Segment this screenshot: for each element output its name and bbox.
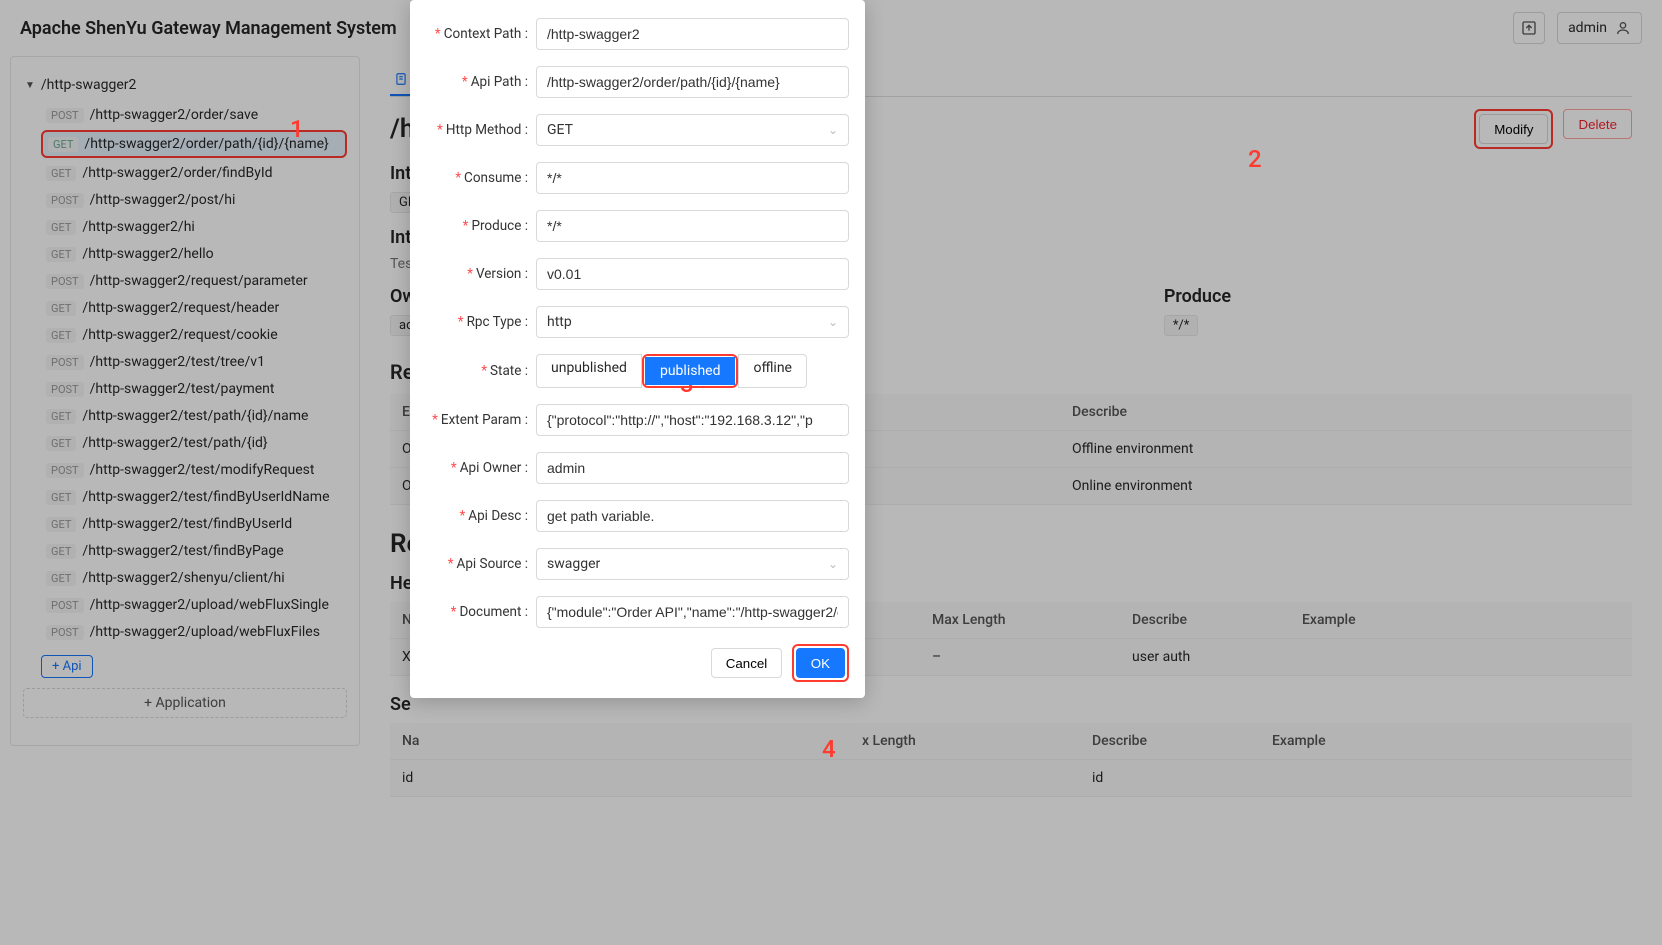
chevron-down-icon: ⌄: [828, 123, 838, 137]
annotation-1: 1: [290, 115, 304, 143]
api-desc-input[interactable]: [536, 500, 849, 532]
produce-input[interactable]: [536, 210, 849, 242]
rpc-type-select[interactable]: http⌄: [536, 306, 849, 338]
chevron-down-icon: ⌄: [828, 557, 838, 571]
document-input[interactable]: [536, 596, 849, 628]
api-source-select[interactable]: swagger⌄: [536, 548, 849, 580]
api-path-input[interactable]: [536, 66, 849, 98]
state-offline[interactable]: offline: [738, 354, 807, 388]
context-path-input[interactable]: [536, 18, 849, 50]
ok-button[interactable]: OK: [796, 648, 845, 678]
extent-param-input[interactable]: [536, 404, 849, 436]
state-radio-group: unpublished published offline: [536, 354, 807, 388]
consume-input[interactable]: [536, 162, 849, 194]
http-method-select[interactable]: GET⌄: [536, 114, 849, 146]
annotation-4: 4: [822, 735, 836, 763]
api-owner-input[interactable]: [536, 452, 849, 484]
edit-api-modal: *Context Path : *Api Path : *Http Method…: [410, 0, 865, 698]
version-input[interactable]: [536, 258, 849, 290]
state-unpublished[interactable]: unpublished: [536, 354, 642, 388]
state-published[interactable]: published: [645, 357, 736, 385]
annotation-2: 2: [1248, 145, 1262, 173]
chevron-down-icon: ⌄: [828, 315, 838, 329]
cancel-button[interactable]: Cancel: [711, 648, 783, 678]
